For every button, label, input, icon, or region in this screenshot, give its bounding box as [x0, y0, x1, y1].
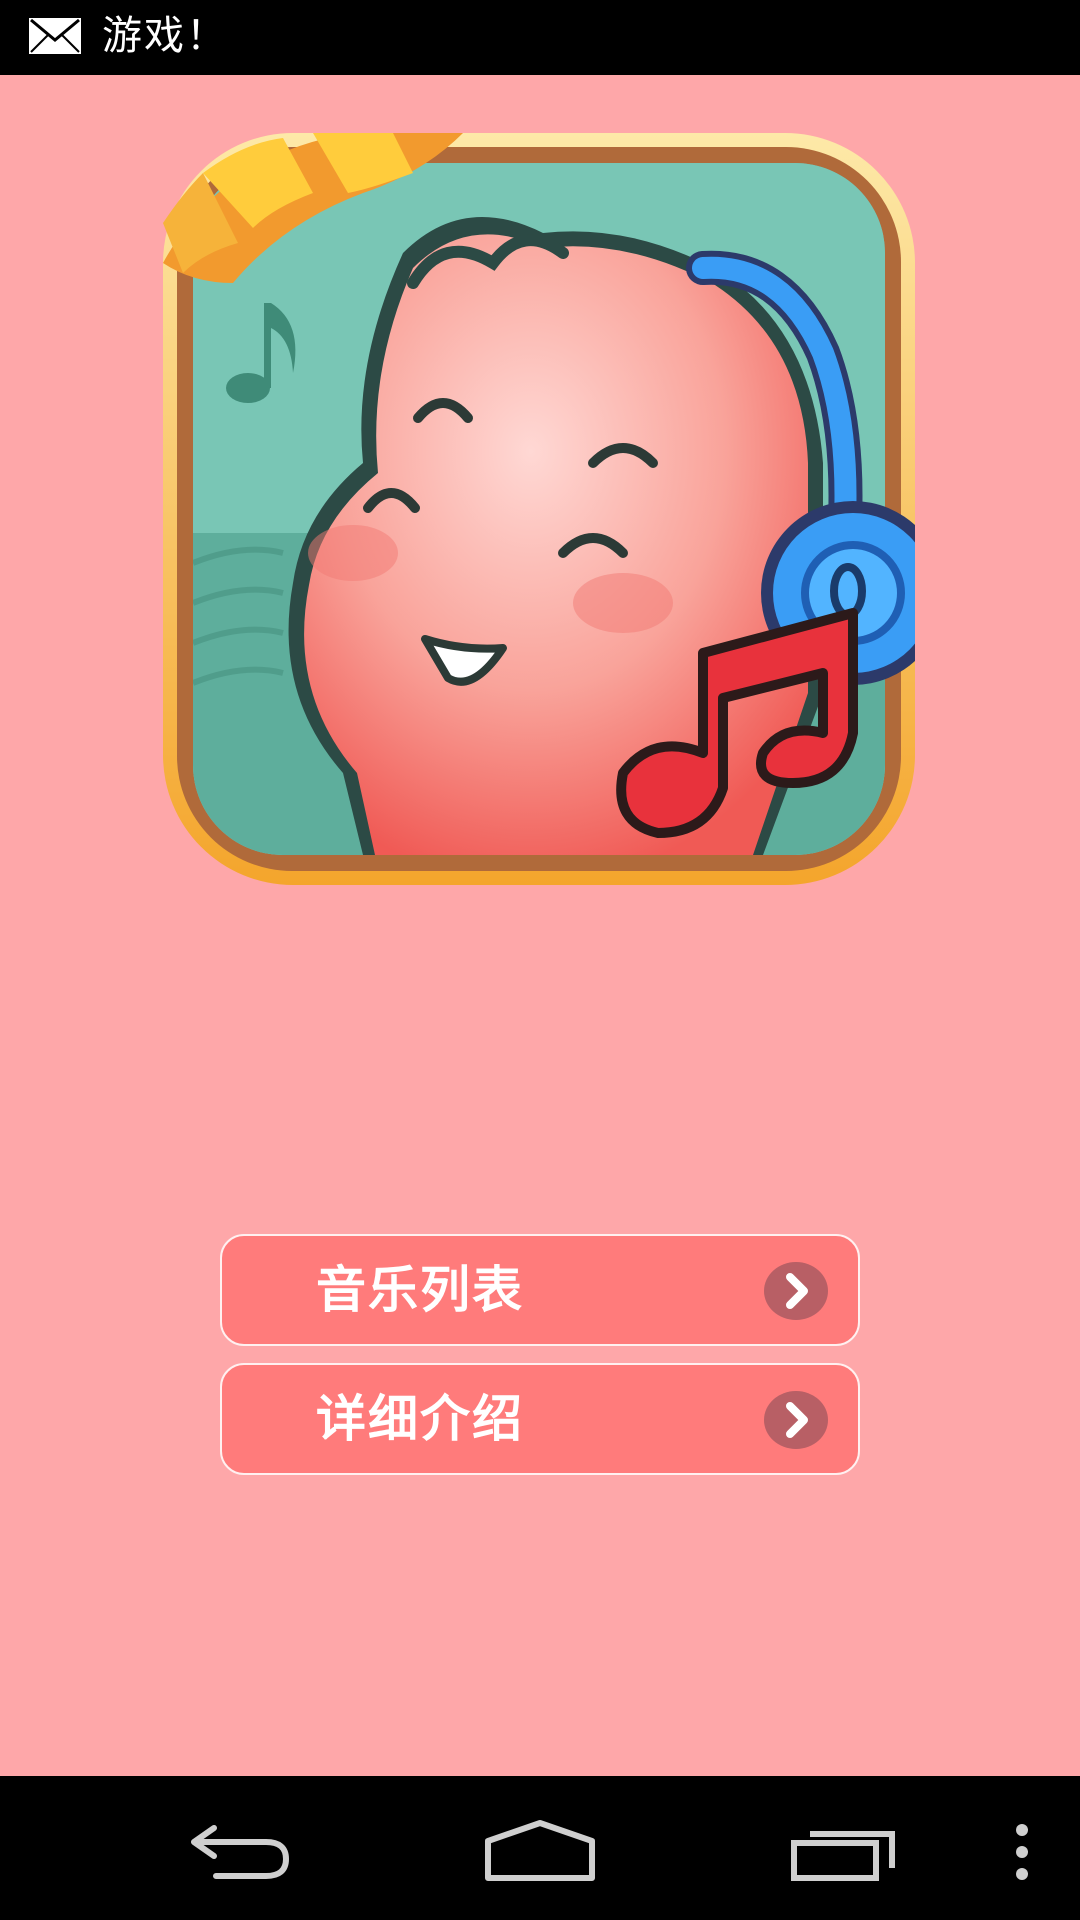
notification-title: 游戏！	[102, 13, 228, 59]
app-logo	[163, 133, 945, 885]
mail-icon[interactable]	[28, 16, 82, 56]
overflow-menu-icon[interactable]	[1000, 1776, 1044, 1920]
screen: 游戏！ 音乐列表 详细介绍	[0, 0, 1080, 1920]
details-label: 详细介绍	[316, 1390, 524, 1448]
home-icon[interactable]	[480, 1776, 600, 1920]
recent-apps-icon[interactable]	[780, 1776, 900, 1920]
status-bar: 游戏！	[0, 0, 1080, 75]
back-icon[interactable]	[180, 1776, 300, 1920]
music-list-button[interactable]: 音乐列表	[220, 1234, 860, 1346]
details-button[interactable]: 详细介绍	[220, 1363, 860, 1475]
chevron-right-icon	[764, 1262, 828, 1320]
chevron-right-icon	[764, 1391, 828, 1449]
music-list-label: 音乐列表	[316, 1261, 524, 1319]
navigation-bar	[0, 1776, 1080, 1920]
